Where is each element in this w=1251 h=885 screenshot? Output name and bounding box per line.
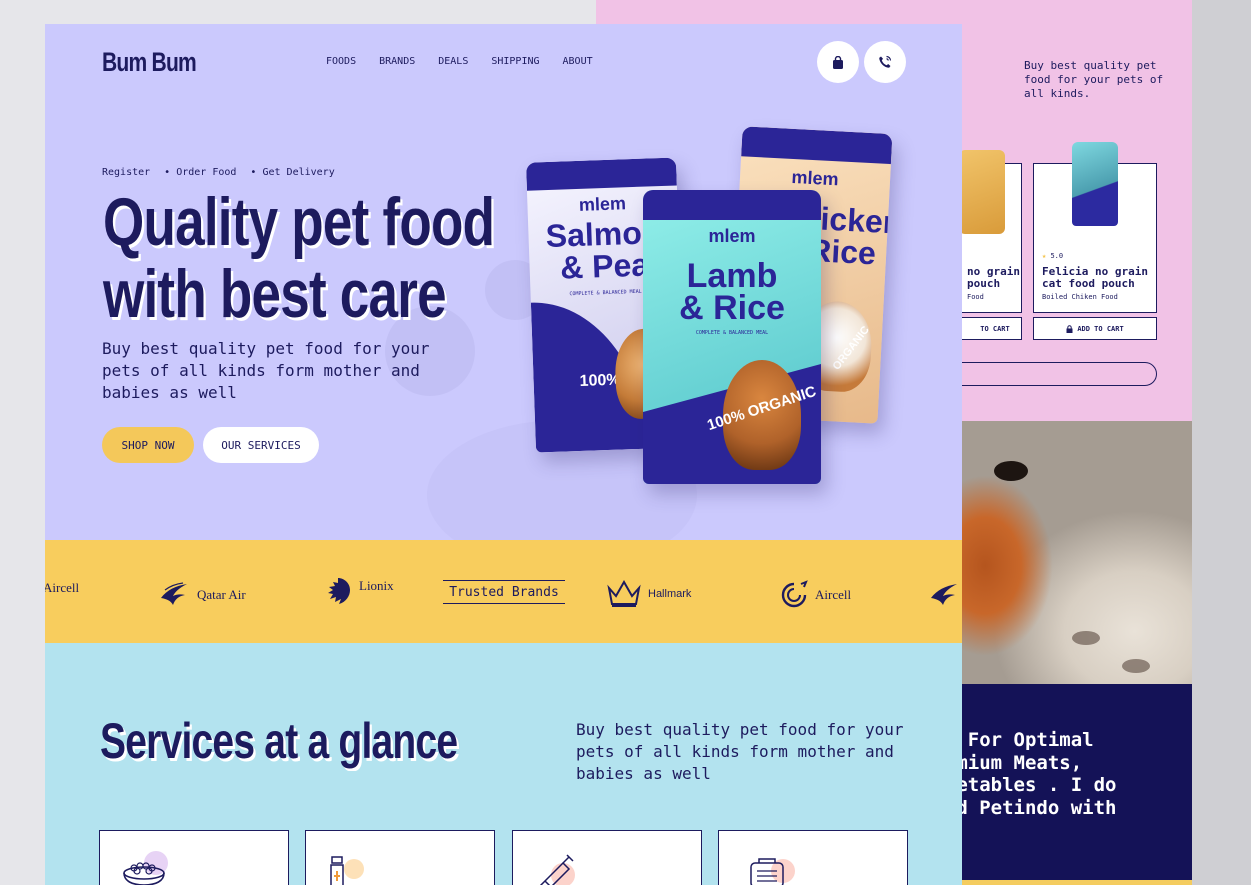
brand-aircell-2: Aircell (779, 580, 851, 610)
oryx-logo-icon (931, 584, 957, 605)
step-register: Register (102, 167, 151, 178)
brand-name: Aircell (45, 580, 80, 595)
brand-aircell: Aircell (45, 580, 79, 596)
service-card-supplements[interactable] (305, 830, 495, 885)
bag-band (525, 157, 677, 191)
bottle-icon (330, 856, 364, 885)
background-right-strip (1192, 0, 1251, 885)
syringe-icon (539, 854, 575, 885)
swirl-logo-icon (781, 580, 808, 608)
hero-title: Quality pet food with best care (103, 184, 495, 332)
brand-qatar-air-2 (929, 580, 961, 610)
landing-page: Bum Bum FOODS BRANDS DEALS SHIPPING ABOU… (45, 24, 962, 885)
phone-icon (879, 55, 892, 68)
nav-brands[interactable]: BRANDS (379, 56, 415, 67)
product-name-line2: cat food pouch (1042, 277, 1135, 290)
our-services-button[interactable]: OUR SERVICES (203, 427, 319, 463)
cart-label: ADD TO CART (1077, 324, 1124, 333)
cart-label: TO CART (980, 324, 1010, 333)
add-to-cart-button[interactable]: ADD TO CART (1033, 317, 1157, 340)
steps-breadcrumb: Register • Order Food • Get Delivery (102, 167, 335, 178)
product-sub: Boiled Chiken Food (1042, 293, 1118, 301)
services-title: Services at a glance (100, 713, 458, 769)
product-sub: Food (967, 293, 984, 301)
pet-carrier-icon (750, 858, 795, 885)
bag-title-line2: & Rice (679, 289, 785, 327)
brand-lionix: Lionix (323, 576, 394, 606)
testimonial-quote: ied For Optimal Premium Meats, Vegetable… (962, 729, 1117, 819)
service-card-vaccination[interactable] (512, 830, 702, 885)
brand-name: Aircell (815, 587, 852, 602)
brand-name: Qatar Air (197, 587, 246, 602)
nav-shipping[interactable]: SHIPPING (491, 56, 539, 67)
crown-logo-icon (607, 580, 641, 607)
trusted-brands-strip: Aircell Qatar Air Lionix Trusted Brands … (45, 540, 962, 643)
lion-logo-icon (328, 578, 350, 604)
nav-foods[interactable]: FOODS (326, 56, 356, 67)
nav-deals[interactable]: DEALS (438, 56, 468, 67)
bag-sub: COMPLETE & BALANCED MEAL (695, 330, 769, 336)
bag-brand: mlem (791, 166, 840, 190)
bag-band (643, 190, 821, 220)
hero-title-line2: with best care (103, 256, 447, 332)
trusted-brands-label: Trusted Brands (443, 580, 565, 604)
product-rating: ★ 5.0 (1042, 252, 1063, 260)
paw (1072, 631, 1100, 645)
brand-logo[interactable]: Bum Bum (102, 47, 197, 78)
paw (1122, 659, 1150, 673)
hero-lead: Buy best quality pet food for your pets … (102, 339, 430, 402)
side-lead-text: Buy best quality pet food for your pets … (1024, 59, 1164, 100)
brand-name: Hallmark (648, 588, 692, 600)
hero-section: Bum Bum FOODS BRANDS DEALS SHIPPING ABOU… (45, 24, 962, 570)
main-nav: FOODS BRANDS DEALS SHIPPING ABOUT (326, 56, 593, 67)
brand-qatar-air: Qatar Air (159, 580, 246, 610)
testimonial-section: ied For Optimal Premium Meats, Vegetable… (962, 684, 1192, 885)
slider-track[interactable] (940, 362, 1157, 386)
oryx-logo-icon (161, 582, 187, 605)
service-card-food[interactable] (99, 830, 289, 885)
bag-brand: mlem (708, 226, 756, 246)
step-order: • Order Food (164, 167, 237, 178)
brand-name: Lionix (359, 578, 394, 593)
product-name-line2: pouch (967, 277, 1001, 290)
step-delivery: • Get Delivery (250, 167, 335, 178)
bag-band (741, 126, 893, 165)
nav-about[interactable]: ABOUT (563, 56, 593, 67)
dog-eye (994, 461, 1028, 481)
bag-title-line2: & Pea (559, 246, 650, 286)
product-image (1072, 142, 1118, 226)
shopping-bag-icon (833, 55, 843, 69)
rating-value: 5.0 (1050, 252, 1064, 260)
service-card-transport[interactable] (718, 830, 908, 885)
hero-title-line1: Quality pet food (103, 184, 495, 260)
bag-lamb-rice: mlem Lamb & Rice COMPLETE & BALANCED MEAL… (643, 190, 821, 484)
cart-button[interactable] (817, 41, 859, 83)
shop-now-button[interactable]: SHOP NOW (102, 427, 194, 463)
star-icon: ★ (1042, 252, 1047, 260)
food-bowl-icon (123, 851, 168, 885)
bag-title: Lamb & Rice (643, 259, 821, 327)
product-image (959, 150, 1005, 234)
call-button[interactable] (864, 41, 906, 83)
dog-closeup-photo (962, 421, 1192, 684)
yellow-bar (962, 880, 1192, 885)
services-section: Services at a glance Buy best quality pe… (45, 643, 962, 885)
product-card-right[interactable]: ★ 5.0 Felicia no grain cat food pouch Boi… (1033, 142, 1157, 313)
services-lead: Buy best quality pet food for your pets … (576, 720, 904, 783)
lock-icon (1066, 324, 1073, 333)
brand-hallmark: Hallmark (606, 580, 691, 608)
